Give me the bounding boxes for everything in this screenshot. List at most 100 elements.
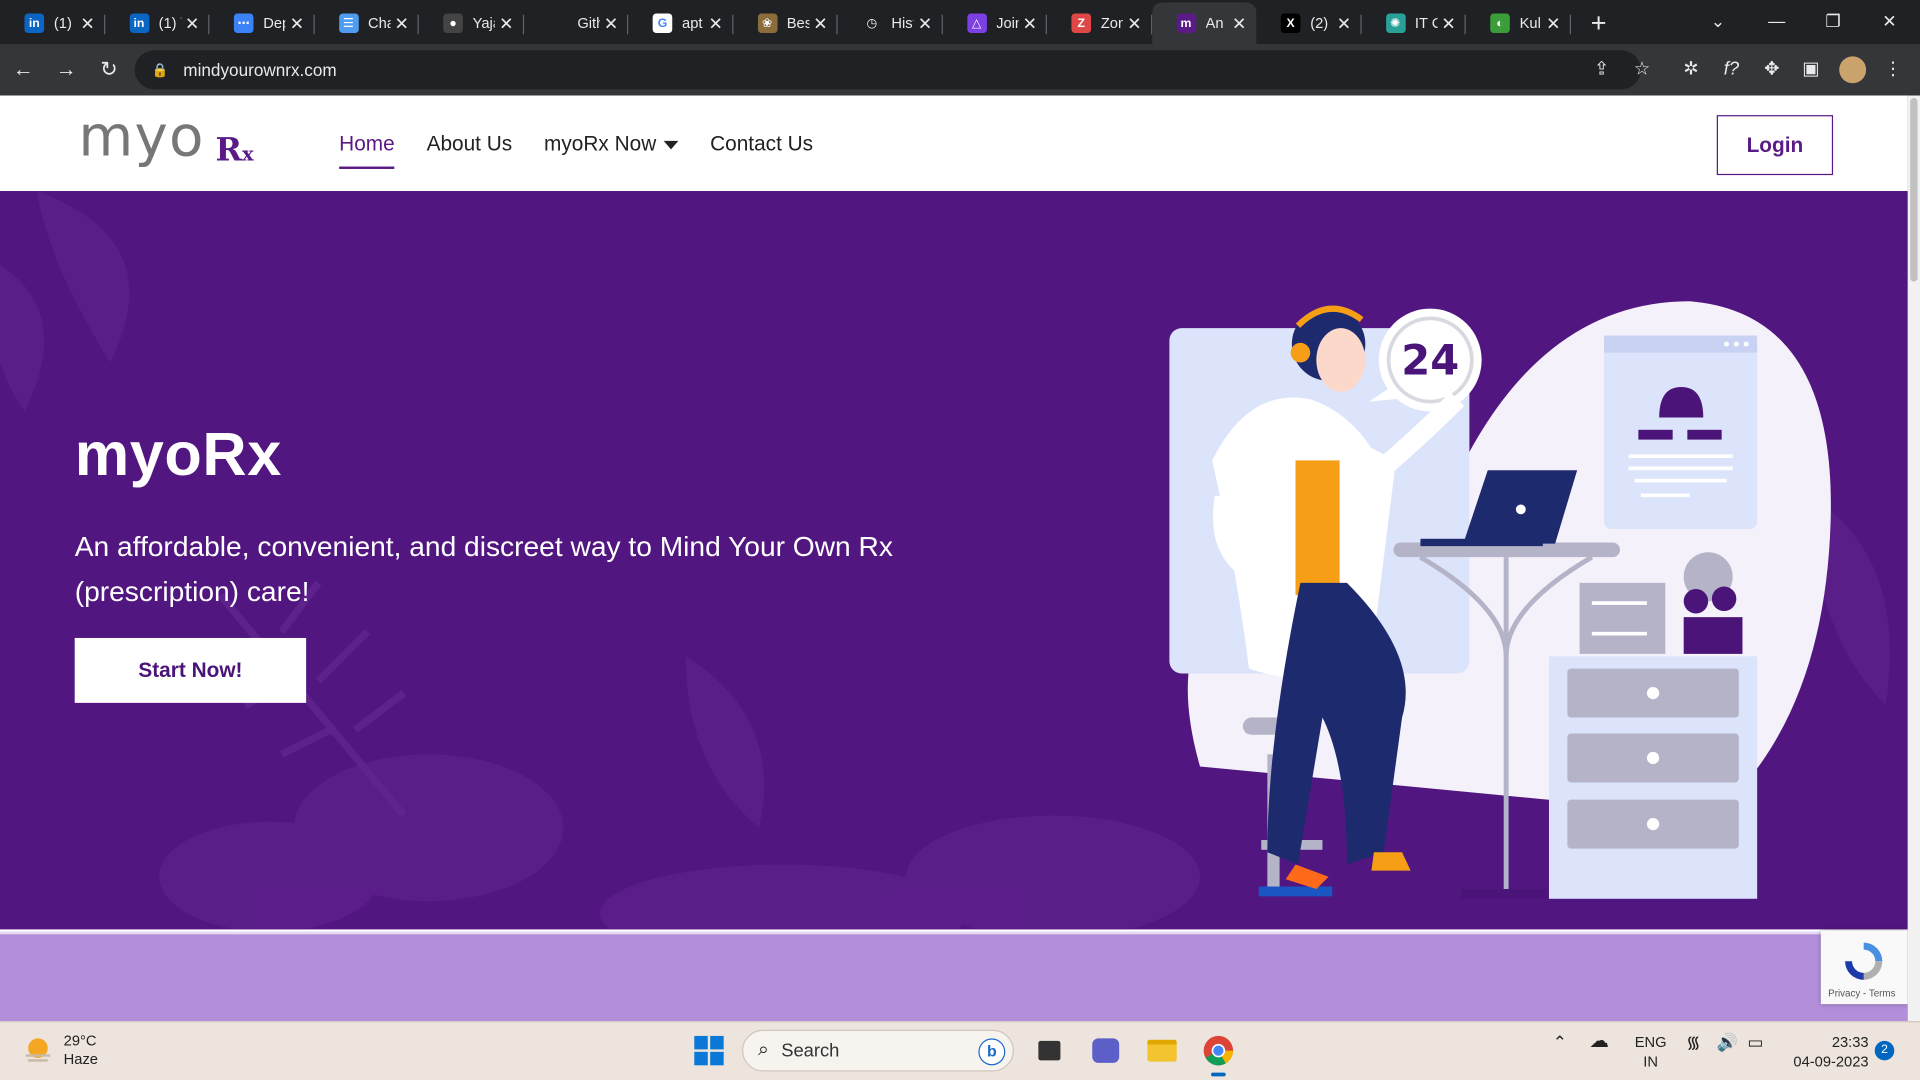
browser-tab[interactable]: Gapt ✕ [628,2,733,44]
nav-home[interactable]: Home [339,132,396,179]
doctor-illustration: 24 [1169,301,1831,899]
twenty-four-hour-badge: 24 [1401,336,1459,385]
share-icon[interactable]: ⇪ [1588,56,1615,83]
browser-tab[interactable]: in (1) L✕ [0,2,105,44]
forward-button[interactable]: → [47,50,86,89]
new-tab-button[interactable]: + [1578,2,1620,44]
blank-icon [547,13,568,34]
battery-icon[interactable]: ▭ [1747,1032,1763,1052]
tab-title: Kul [1519,14,1541,32]
browser-tab[interactable]: ✺ IT C✕ [1361,2,1466,44]
back-button[interactable]: ← [4,50,43,89]
url-text: mindyourownrx.com [183,60,337,80]
bing-icon[interactable]: b [978,1038,1006,1066]
login-button[interactable]: Login [1716,115,1834,176]
close-tab-icon[interactable]: ✕ [392,13,412,33]
taskbar-search[interactable]: ⌕ Search b [742,1029,1014,1072]
browser-tab[interactable]: ❀ Bes✕ [733,2,838,44]
browser-tab[interactable]: X (2) r✕ [1256,2,1362,44]
hero-title: myoRx [74,420,282,489]
browser-tab[interactable]: △ Join✕ [942,2,1047,44]
browser-tab[interactable]: Z Zon✕ [1047,2,1152,44]
browser-tab[interactable]: m An ✕ [1151,2,1257,45]
nav-myorx-now[interactable]: myoRx Now [544,132,679,179]
onedrive-cloud-icon[interactable]: ☁ [1589,1032,1609,1052]
tab-search-icon[interactable]: ⌄ [1690,0,1746,42]
chevron-up-icon[interactable]: ⌃ [1553,1032,1567,1052]
close-window-button[interactable]: ✕ [1861,0,1917,42]
task-view-icon[interactable] [1029,1030,1071,1072]
browser-tab[interactable]: ◐ Kul ✕ [1466,2,1571,44]
weather-temperature: 29°C [63,1032,97,1050]
teams-chat-icon[interactable] [1085,1030,1127,1072]
windows-taskbar: 29°C Haze ⌕ Search b ⌃ ☁ ENG IN ᯾ 🔊 ▭ 23… [0,1021,1920,1080]
extensions-puzzle-icon[interactable]: ✥ [1758,56,1785,83]
nav-about-us[interactable]: About Us [427,132,513,179]
close-tab-icon[interactable]: ✕ [601,13,621,33]
deepai-icon: ⋯ [233,13,254,34]
history-icon: ◷ [862,13,882,34]
menu-kebab-icon[interactable]: ⋮ [1880,56,1907,83]
chevron-down-icon [663,140,679,150]
minimize-button[interactable]: — [1749,0,1805,42]
search-icon: ⌕ [757,1039,769,1061]
page-scrollbar[interactable] [1907,95,1920,1022]
clock[interactable]: 23:33 04-09-2023 [1788,1032,1869,1071]
weather-widget[interactable]: 29°C Haze [22,1032,98,1069]
leaf-icon: ◐ [1490,13,1510,34]
close-tab-icon[interactable]: ✕ [915,13,935,33]
close-tab-icon[interactable]: ✕ [1229,13,1249,33]
x-icon: X [1280,13,1301,34]
bookmark-star-icon[interactable]: ☆ [1629,56,1656,83]
language-indicator[interactable]: ENG IN [1635,1032,1667,1071]
reload-button[interactable]: ↻ [89,50,128,89]
recaptcha-icon [1845,942,1883,980]
close-tab-icon[interactable]: ✕ [706,13,726,33]
browser-toolbar: ← → ↻ 🔒 mindyourownrx.com ⇪ ☆ ✲ f? ✥ ▣ ⋮ [0,44,1920,96]
scrollbar-thumb[interactable] [1910,97,1918,282]
web-page: myo Rx Home About Us myoRx Now Contact U… [0,95,1908,1022]
close-tab-icon[interactable]: ✕ [497,13,517,33]
profile-avatar[interactable] [1839,56,1867,84]
openai-icon: ✺ [1385,13,1406,34]
taskbar-center: ⌕ Search b [691,1029,1240,1077]
volume-icon[interactable]: 🔊 [1717,1032,1738,1052]
start-now-button[interactable]: Start Now! [74,637,307,703]
browser-tab[interactable]: ● Yaja✕ [419,2,524,44]
browser-tab[interactable]: ◷ Hist✕ [838,2,943,44]
windows-start-icon[interactable] [691,1032,728,1069]
close-tab-icon[interactable]: ✕ [1125,13,1145,33]
myorx-logo[interactable]: myo Rx [78,103,253,169]
tab-title: (2) r [1310,14,1332,32]
browser-tab[interactable]: Gith✕ [523,2,629,44]
recaptcha-badge[interactable]: Privacy - Terms [1820,930,1908,1005]
side-panel-icon[interactable]: ▣ [1798,56,1825,83]
close-tab-icon[interactable]: ✕ [1439,13,1459,33]
browser-tab[interactable]: ⋯ Dep✕ [209,2,315,44]
address-bar[interactable]: 🔒 mindyourownrx.com [134,50,1641,90]
close-tab-icon[interactable]: ✕ [1543,13,1563,33]
close-tab-icon[interactable]: ✕ [1334,13,1354,33]
nav-contact-us[interactable]: Contact Us [710,132,813,179]
restore-button[interactable]: ❐ [1805,0,1861,42]
notification-badge[interactable]: 2 [1874,1040,1895,1061]
file-explorer-icon[interactable] [1141,1030,1183,1072]
tab-title: Hist [891,14,913,32]
lower-section [0,931,1908,1022]
chrome-taskbar-icon[interactable] [1198,1030,1240,1077]
close-tab-icon[interactable]: ✕ [182,13,202,33]
recaptcha-privacy-terms[interactable]: Privacy - Terms [1828,988,1895,999]
formula-extension-icon[interactable]: f? [1718,56,1745,83]
browser-tab[interactable]: ☰ Cha✕ [314,2,419,44]
browser-tab[interactable]: in (1) \✕ [105,2,210,44]
search-placeholder: Search [781,1040,840,1062]
clock-time: 23:33 [1831,1033,1869,1051]
close-tab-icon[interactable]: ✕ [1020,13,1040,33]
extension-gear-icon[interactable]: ✲ [1678,56,1705,83]
close-tab-icon[interactable]: ✕ [287,13,307,33]
close-tab-icon[interactable]: ✕ [78,13,98,33]
wifi-icon[interactable]: ᯾ [1686,1032,1701,1052]
tab-title: apt [682,14,703,32]
main-menu: Home About Us myoRx Now Contact Us [339,132,845,179]
close-tab-icon[interactable]: ✕ [811,13,831,33]
